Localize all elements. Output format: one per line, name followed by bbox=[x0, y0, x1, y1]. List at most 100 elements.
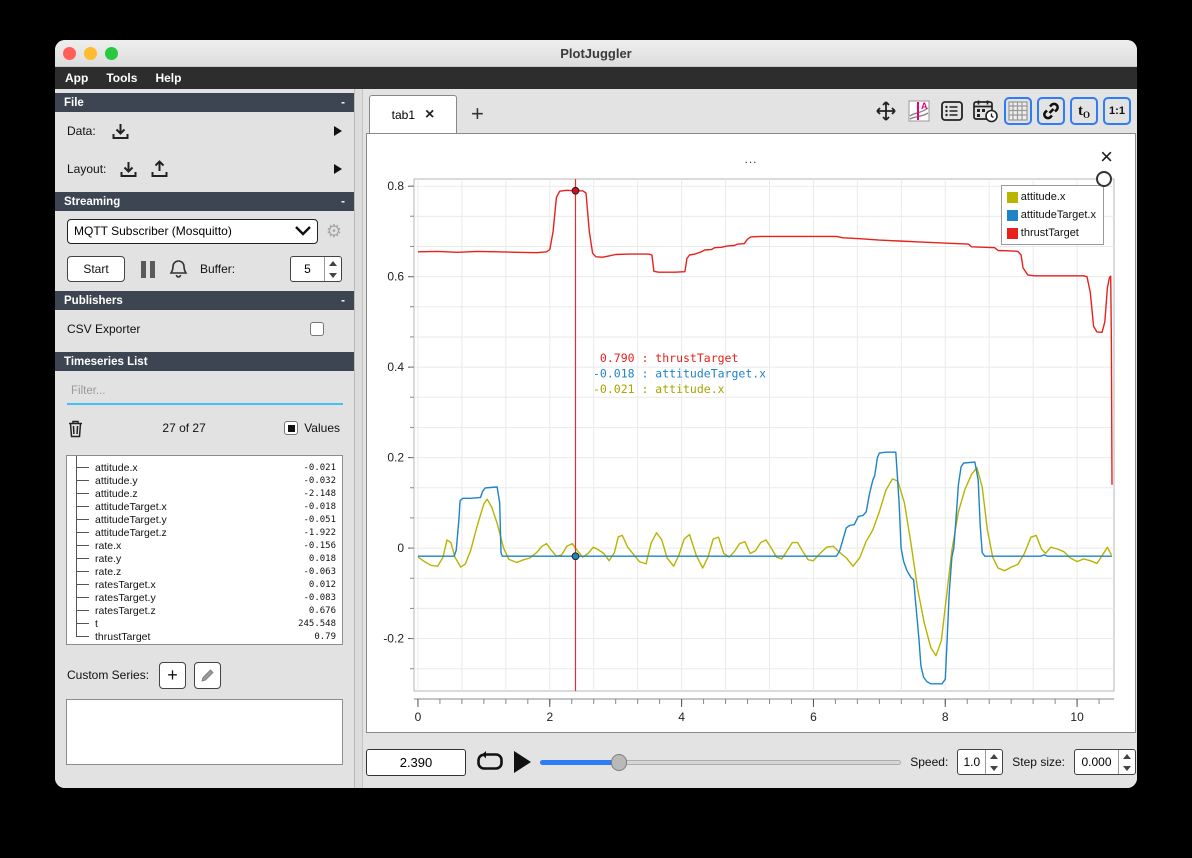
pause-icon[interactable] bbox=[141, 260, 155, 278]
svg-text:-0.2: -0.2 bbox=[383, 632, 404, 646]
add-tab-button[interactable]: + bbox=[471, 101, 484, 127]
legend-swatch bbox=[1006, 191, 1018, 203]
svg-text:8: 8 bbox=[942, 710, 949, 724]
svg-text:-0.021 : attitude.x: -0.021 : attitude.x bbox=[593, 382, 725, 396]
step-size-spinbox[interactable]: 0.000 bbox=[1074, 749, 1136, 775]
edit-custom-series-button[interactable] bbox=[194, 661, 222, 689]
timeseries-item[interactable]: ratesTarget.x 0.012 bbox=[67, 578, 342, 591]
menu-app[interactable]: App bbox=[65, 71, 88, 85]
plot-legend[interactable]: attitude.x attitudeTarget.x thrustTarget bbox=[1000, 185, 1104, 245]
chevron-down-icon bbox=[295, 226, 311, 236]
timeseries-item[interactable]: attitude.y -0.032 bbox=[67, 474, 342, 487]
plot-widget[interactable]: ... × -0.2 0 0.2 0.4 0.6 0.8 0 2 4 6 8 10 0.790 : t… bbox=[366, 133, 1136, 733]
buffer-label: Buffer: bbox=[200, 262, 236, 276]
buffer-spinbox[interactable]: 5 bbox=[290, 256, 342, 282]
bell-icon[interactable] bbox=[169, 259, 188, 279]
layout-row: Layout: bbox=[55, 150, 354, 188]
play-button[interactable] bbox=[514, 751, 531, 773]
main-area: tab1 × + A tO 1:1 ... × -0.2 0 0.2 0.4 0… bbox=[363, 89, 1137, 788]
buffer-up-button[interactable] bbox=[325, 257, 341, 269]
tab-close-icon[interactable]: × bbox=[425, 106, 434, 123]
time-slider[interactable] bbox=[540, 749, 902, 775]
edit-curves-icon[interactable]: A bbox=[905, 97, 933, 125]
step-down-button[interactable] bbox=[1119, 762, 1135, 774]
collapse-icon[interactable]: - bbox=[341, 97, 345, 109]
load-layout-icon[interactable] bbox=[118, 159, 139, 180]
grid-layout-icon[interactable] bbox=[1004, 97, 1032, 125]
legend-entry[interactable]: attitude.x bbox=[1006, 191, 1096, 203]
save-layout-icon[interactable] bbox=[149, 159, 170, 180]
add-custom-series-button[interactable]: + bbox=[159, 661, 187, 689]
section-header-publishers[interactable]: Publishers - bbox=[55, 291, 354, 310]
svg-text:2: 2 bbox=[546, 710, 553, 724]
datetime-icon[interactable] bbox=[971, 97, 999, 125]
step-up-button[interactable] bbox=[1119, 750, 1135, 762]
speed-label: Speed: bbox=[910, 755, 949, 769]
timeseries-item[interactable]: attitudeTarget.x -0.018 bbox=[67, 500, 342, 513]
timeseries-item[interactable]: attitude.z -2.148 bbox=[67, 487, 342, 500]
trash-icon[interactable] bbox=[67, 419, 84, 438]
speed-spinbox[interactable]: 1.0 bbox=[957, 749, 1004, 775]
collapse-icon[interactable]: - bbox=[341, 196, 345, 208]
values-checkbox[interactable] bbox=[284, 421, 299, 435]
timeseries-item[interactable]: thrustTarget 0.79 bbox=[67, 630, 342, 643]
svg-text:4: 4 bbox=[678, 710, 685, 724]
time-origin-icon[interactable]: tO bbox=[1070, 97, 1098, 125]
timeseries-item[interactable]: ratesTarget.z 0.676 bbox=[67, 604, 342, 617]
legend-entry[interactable]: thrustTarget bbox=[1006, 227, 1096, 239]
menu-tools[interactable]: Tools bbox=[106, 71, 137, 85]
move-tool-icon[interactable] bbox=[872, 97, 900, 125]
svg-text:0.6: 0.6 bbox=[387, 270, 404, 284]
legend-toggle-knob[interactable] bbox=[1096, 171, 1112, 187]
values-label: Values bbox=[304, 421, 340, 435]
load-data-icon[interactable] bbox=[110, 121, 131, 142]
streaming-source-select[interactable]: MQTT Subscriber (Mosquitto) bbox=[67, 218, 318, 244]
playback-bar: 2.390 Speed: 1.0 Step size: 0.000 bbox=[366, 745, 1136, 779]
layout-expand-arrow[interactable] bbox=[334, 164, 342, 174]
svg-text:A: A bbox=[921, 101, 928, 111]
timeseries-item[interactable]: ratesTarget.y -0.083 bbox=[67, 591, 342, 604]
section-header-timeseries[interactable]: Timeseries List bbox=[55, 352, 354, 371]
current-time-field[interactable]: 2.390 bbox=[366, 748, 466, 776]
section-header-file[interactable]: File - bbox=[55, 93, 354, 112]
timeseries-item[interactable]: attitude.x -0.021 bbox=[67, 461, 342, 474]
layout-label: Layout: bbox=[67, 162, 107, 176]
menu-help[interactable]: Help bbox=[155, 71, 181, 85]
streaming-source-row: MQTT Subscriber (Mosquitto) ⚙ bbox=[55, 211, 354, 251]
ratio-one-to-one-icon[interactable]: 1:1 bbox=[1103, 97, 1131, 125]
app-window: PlotJuggler App Tools Help File - Data: … bbox=[55, 40, 1137, 788]
filter-input[interactable] bbox=[67, 381, 343, 405]
timeseries-item[interactable]: rate.z -0.063 bbox=[67, 565, 342, 578]
svg-text:0: 0 bbox=[397, 541, 404, 555]
list-view-icon[interactable] bbox=[938, 97, 966, 125]
custom-series-list[interactable] bbox=[66, 699, 343, 765]
menu-bar: App Tools Help bbox=[55, 67, 1137, 89]
gear-icon[interactable]: ⚙ bbox=[326, 221, 342, 242]
data-row: Data: bbox=[55, 112, 354, 150]
speed-down-button[interactable] bbox=[986, 762, 1002, 774]
timeseries-item[interactable]: attitudeTarget.z -1.922 bbox=[67, 526, 342, 539]
timeseries-item[interactable]: rate.x -0.156 bbox=[67, 539, 342, 552]
series-count: 27 of 27 bbox=[162, 421, 206, 435]
link-axes-icon[interactable] bbox=[1037, 97, 1065, 125]
svg-text:0.790 : thrustTarget: 0.790 : thrustTarget bbox=[593, 351, 738, 365]
csv-exporter-checkbox[interactable] bbox=[310, 322, 324, 336]
collapse-icon[interactable]: - bbox=[341, 295, 345, 307]
legend-entry[interactable]: attitudeTarget.x bbox=[1006, 209, 1096, 221]
timeseries-item[interactable]: attitudeTarget.y -0.051 bbox=[67, 513, 342, 526]
panel-splitter[interactable] bbox=[355, 89, 363, 788]
speed-up-button[interactable] bbox=[986, 750, 1002, 762]
buffer-down-button[interactable] bbox=[325, 269, 341, 281]
streaming-controls-row: Start Buffer: 5 bbox=[55, 251, 354, 287]
legend-swatch bbox=[1006, 209, 1018, 221]
timeseries-item[interactable]: rate.y 0.018 bbox=[67, 552, 342, 565]
timeseries-item[interactable]: t 245.548 bbox=[67, 617, 342, 630]
section-header-streaming[interactable]: Streaming - bbox=[55, 192, 354, 211]
timeseries-list[interactable]: attitude.x -0.021 attitude.y -0.032 attitude… bbox=[66, 455, 343, 645]
slider-handle[interactable] bbox=[611, 754, 628, 771]
data-expand-arrow[interactable] bbox=[334, 126, 342, 136]
tab-tab1[interactable]: tab1 × bbox=[369, 95, 457, 133]
svg-text:0.8: 0.8 bbox=[387, 179, 404, 193]
start-button[interactable]: Start bbox=[67, 256, 125, 282]
loop-icon[interactable] bbox=[475, 749, 505, 775]
